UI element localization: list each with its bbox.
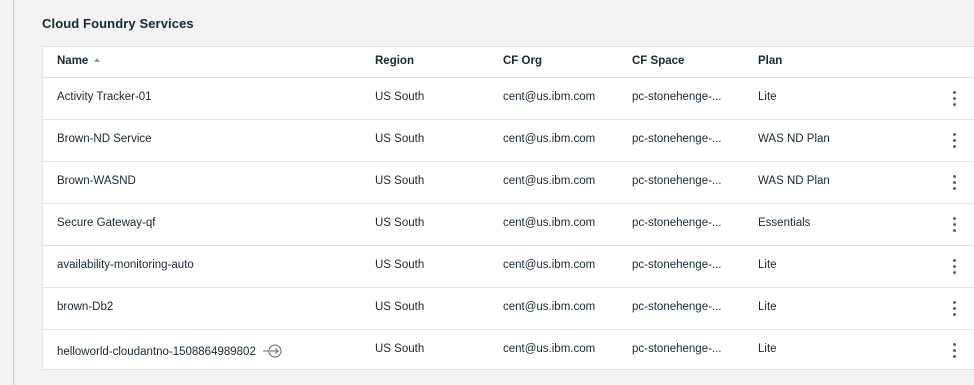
cell-name-label[interactable]: helloworld-cloudantno-1508864989802 (57, 346, 256, 358)
column-header-plan[interactable]: Plan (758, 55, 782, 67)
cell-name[interactable]: Activity Tracker-01 (57, 91, 152, 103)
cell-region: US South (375, 91, 425, 103)
overflow-menu-icon[interactable] (949, 216, 959, 234)
overflow-menu-icon[interactable] (949, 132, 959, 150)
cell-plan: Lite (758, 301, 777, 313)
cell-region: US South (375, 301, 425, 313)
overflow-menu-icon[interactable] (949, 300, 959, 318)
cell-plan: Lite (758, 91, 777, 103)
cell-region: US South (375, 217, 425, 229)
column-header-name[interactable]: Name (57, 55, 101, 67)
cell-plan: Lite (758, 259, 777, 271)
table-row[interactable]: Secure Gateway-qf US South cent@us.ibm.c… (43, 204, 974, 246)
panel-divider (13, 0, 14, 385)
cell-plan: WAS ND Plan (758, 133, 830, 145)
services-table: Name Region CF Org CF Space Plan Activit… (42, 46, 974, 370)
cell-plan: Essentials (758, 217, 811, 229)
cell-region: US South (375, 175, 425, 187)
cell-name[interactable]: availability-monitoring-auto (57, 259, 194, 271)
cell-plan: WAS ND Plan (758, 175, 830, 187)
column-header-name-label: Name (57, 55, 89, 67)
cell-name[interactable]: Secure Gateway-qf (57, 217, 155, 229)
cell-cf-space: pc-stonehenge-... (632, 217, 722, 229)
table-row[interactable]: Activity Tracker-01 US South cent@us.ibm… (43, 78, 974, 120)
cell-region: US South (375, 133, 425, 145)
cell-cf-space: pc-stonehenge-... (632, 343, 722, 355)
cell-cf-space: pc-stonehenge-... (632, 133, 722, 145)
launch-link-icon[interactable] (262, 343, 284, 362)
cell-cf-space: pc-stonehenge-... (632, 175, 722, 187)
overflow-menu-icon[interactable] (949, 342, 959, 360)
table-row[interactable]: Brown-WASND US South cent@us.ibm.com pc-… (43, 162, 974, 204)
cell-cf-org: cent@us.ibm.com (503, 301, 596, 313)
table-header: Name Region CF Org CF Space Plan (43, 47, 974, 78)
section-title: Cloud Foundry Services (42, 16, 194, 31)
overflow-menu-icon[interactable] (949, 258, 959, 276)
cell-region: US South (375, 259, 425, 271)
table-row[interactable]: availability-monitoring-auto US South ce… (43, 246, 974, 288)
overflow-menu-icon[interactable] (949, 90, 959, 108)
cell-cf-space: pc-stonehenge-... (632, 259, 722, 271)
column-header-cf-org[interactable]: CF Org (503, 55, 542, 67)
cell-plan: Lite (758, 343, 777, 355)
table-row[interactable]: helloworld-cloudantno-1508864989802 US S… (43, 330, 974, 372)
column-header-cf-space[interactable]: CF Space (632, 55, 684, 67)
cell-cf-org: cent@us.ibm.com (503, 259, 596, 271)
overflow-menu-icon[interactable] (949, 174, 959, 192)
cell-cf-org: cent@us.ibm.com (503, 217, 596, 229)
cloud-foundry-services-panel: Cloud Foundry Services Name Region CF Or… (13, 0, 974, 385)
cell-cf-space: pc-stonehenge-... (632, 301, 722, 313)
cell-region: US South (375, 343, 425, 355)
cell-name[interactable]: Brown-WASND (57, 175, 136, 187)
table-row[interactable]: Brown-ND Service US South cent@us.ibm.co… (43, 120, 974, 162)
cell-cf-org: cent@us.ibm.com (503, 91, 596, 103)
cell-cf-space: pc-stonehenge-... (632, 91, 722, 103)
cell-cf-org: cent@us.ibm.com (503, 133, 596, 145)
cell-cf-org: cent@us.ibm.com (503, 343, 596, 355)
cell-cf-org: cent@us.ibm.com (503, 175, 596, 187)
cell-name[interactable]: helloworld-cloudantno-1508864989802 (57, 343, 284, 362)
sort-ascending-icon[interactable] (94, 58, 101, 62)
cell-name[interactable]: brown-Db2 (57, 301, 113, 313)
table-row[interactable]: brown-Db2 US South cent@us.ibm.com pc-st… (43, 288, 974, 330)
column-header-region[interactable]: Region (375, 55, 414, 67)
cell-name[interactable]: Brown-ND Service (57, 133, 152, 145)
